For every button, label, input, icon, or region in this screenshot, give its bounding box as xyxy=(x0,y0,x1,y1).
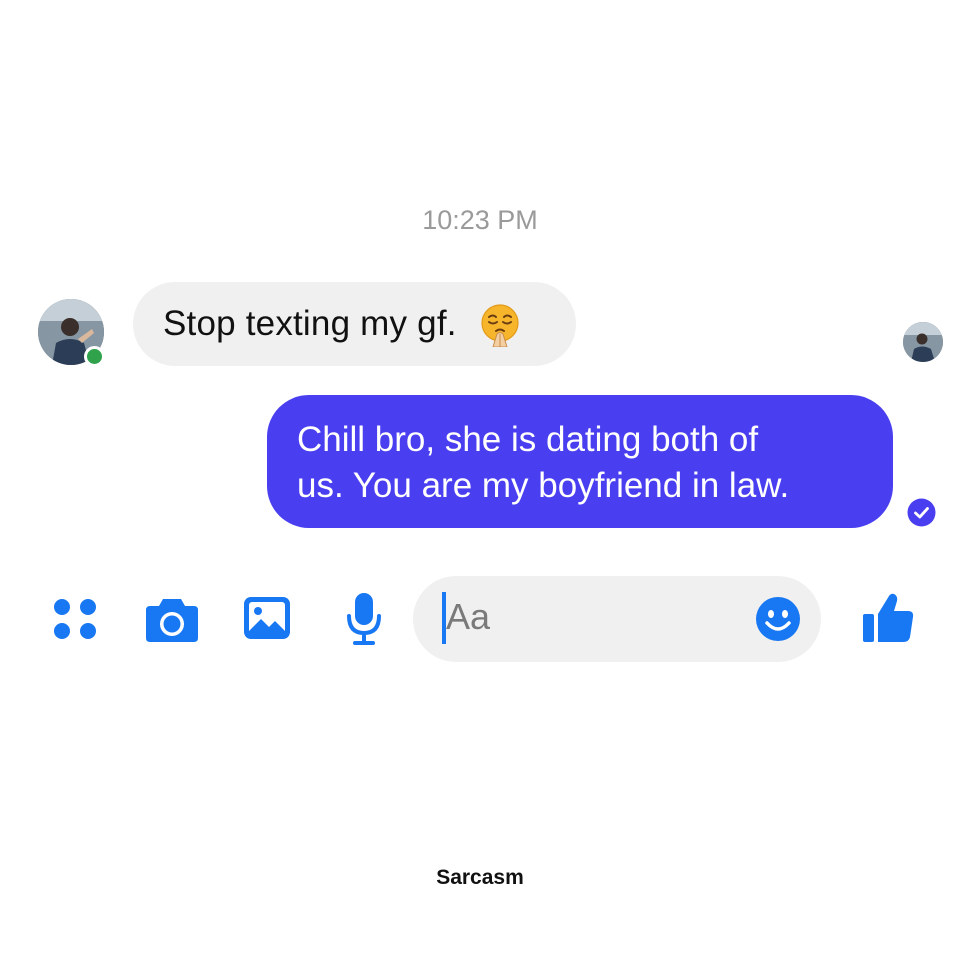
message-input[interactable]: Aa xyxy=(413,576,821,662)
image-icon[interactable] xyxy=(242,595,292,641)
outgoing-message-line: us. You are my boyfriend in law. xyxy=(297,466,790,505)
sent-check-icon xyxy=(907,498,936,527)
emoji-icon[interactable] xyxy=(755,596,801,642)
message-input-placeholder: Aa xyxy=(446,596,491,637)
outgoing-message-bubble[interactable]: Chill bro, she is dating both of us. You… xyxy=(267,395,893,528)
message-timestamp: 10:23 PM xyxy=(422,205,538,235)
outgoing-message-line: Chill bro, she is dating both of xyxy=(297,420,759,459)
incoming-message-bubble[interactable]: Stop texting my gf. xyxy=(133,282,576,366)
apps-icon[interactable] xyxy=(52,597,98,641)
contact-read-receipt-avatar xyxy=(903,322,943,362)
microphone-icon[interactable] xyxy=(346,592,382,646)
incoming-message-text: Stop texting my gf. xyxy=(163,304,457,343)
footer-caption: Sarcasm xyxy=(436,866,524,889)
thumbs-up-icon[interactable] xyxy=(860,590,916,646)
pleading-face-emoji xyxy=(481,304,519,347)
camera-icon[interactable] xyxy=(145,595,199,643)
online-status-indicator xyxy=(84,346,105,367)
contact-photo-small xyxy=(903,322,943,362)
